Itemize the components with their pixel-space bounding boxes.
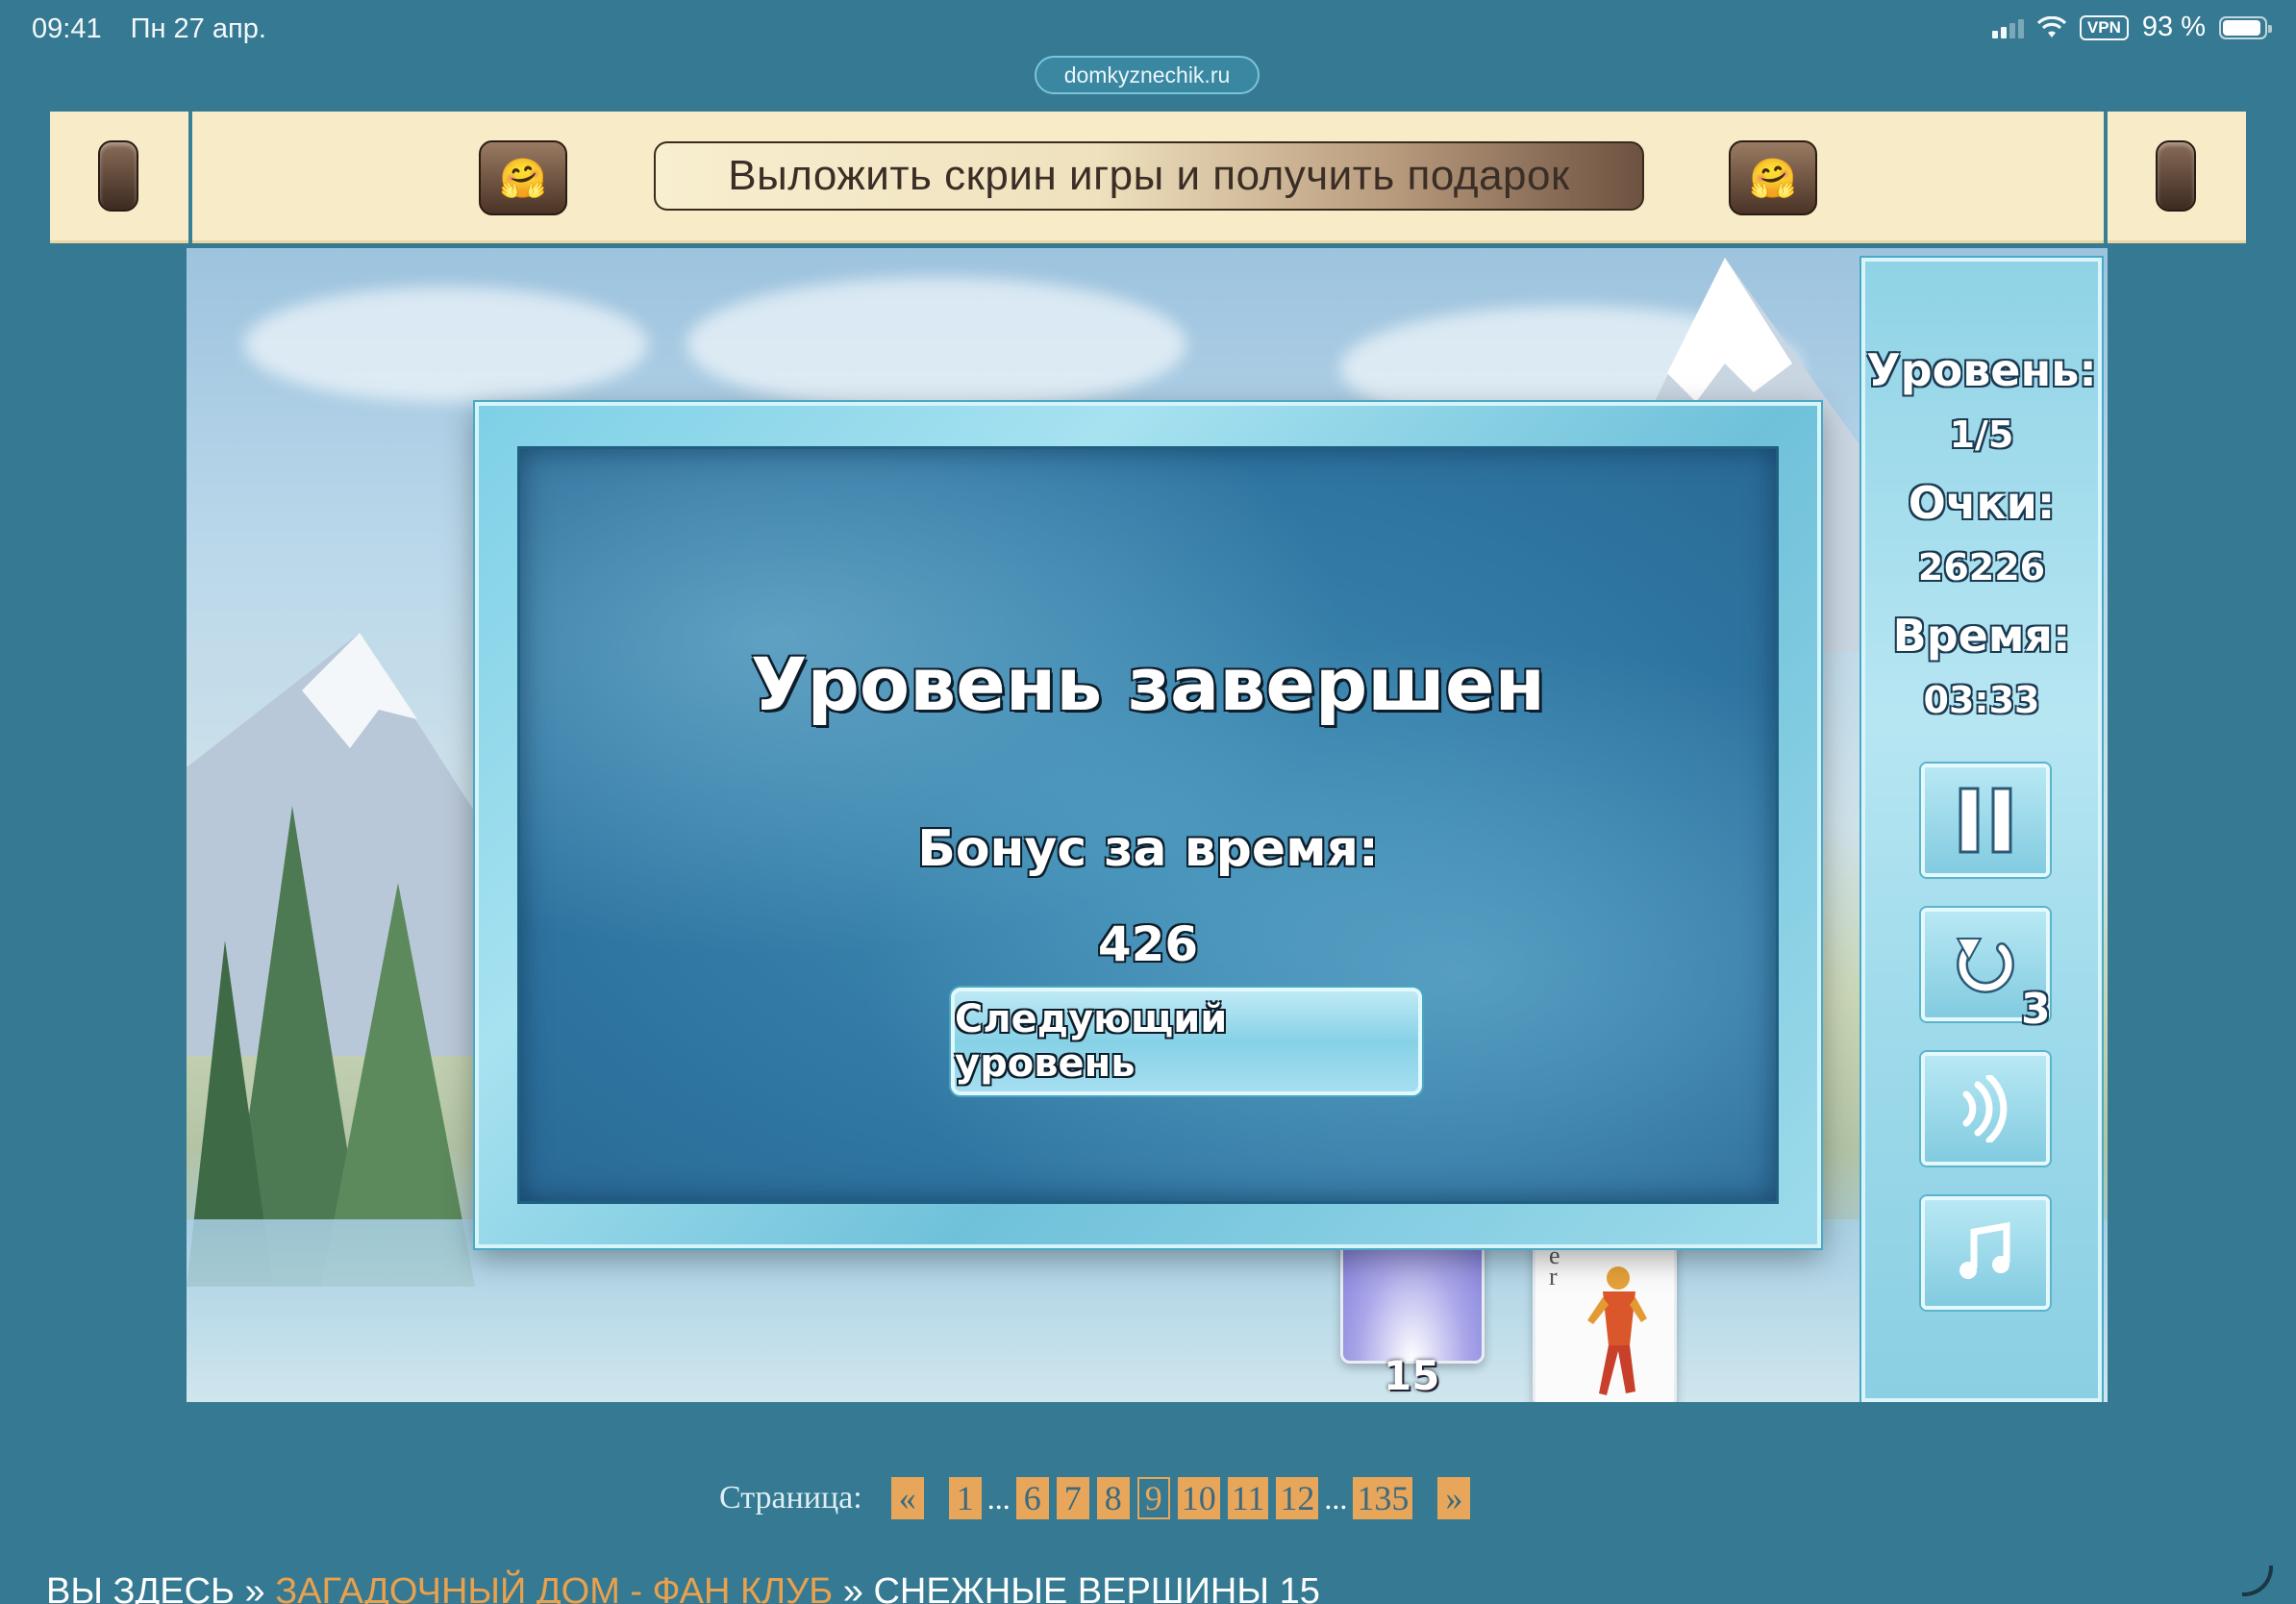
deck-count: 15 bbox=[1384, 1352, 1440, 1399]
gift-screenshot-button[interactable]: Выложить скрин игры и получить подарок bbox=[654, 141, 1644, 211]
level-complete-dialog: Уровень завершен Бонус за время: 426 Сле… bbox=[475, 402, 1821, 1248]
url-bar[interactable]: domkyznechik.ru bbox=[1035, 56, 1260, 94]
hugging-face-icon[interactable]: 🤗 bbox=[479, 140, 567, 215]
next-level-button[interactable]: Следующий уровень bbox=[951, 988, 1422, 1095]
banner-right-knob[interactable] bbox=[2156, 140, 2196, 212]
breadcrumb-current: СНЕЖНЫЕ ВЕРШИНЫ 15 bbox=[873, 1571, 1320, 1604]
restart-count: 3 bbox=[2021, 985, 2051, 1034]
page-link-135[interactable]: 135 bbox=[1353, 1477, 1413, 1519]
battery-percent: 93 % bbox=[2141, 12, 2206, 42]
time-bonus-value: 426 bbox=[1097, 916, 1199, 972]
music-icon bbox=[1959, 1222, 2010, 1279]
time-value: 03:33 bbox=[1923, 679, 2040, 721]
music-button[interactable] bbox=[1921, 1196, 2050, 1310]
cloud bbox=[244, 287, 648, 402]
dialog-title: Уровень завершен bbox=[750, 641, 1546, 727]
time-label: Время: bbox=[1892, 610, 2071, 662]
restart-icon bbox=[1956, 938, 2014, 993]
pine-trees bbox=[187, 806, 475, 1287]
status-bar-right: VPN 93 % bbox=[1991, 12, 2272, 43]
page-link-11[interactable]: 11 bbox=[1227, 1477, 1269, 1519]
battery-icon bbox=[2219, 15, 2272, 39]
breadcrumb-link-club[interactable]: ЗАГАДОЧНЫЙ ДОМ - ФАН КЛУБ bbox=[275, 1571, 833, 1604]
status-bar-left: 09:41 Пн 27 апр. bbox=[32, 13, 287, 45]
status-date: Пн 27 апр. bbox=[130, 13, 266, 44]
banner-divider-right bbox=[2104, 112, 2108, 243]
score-label: Очки: bbox=[1908, 477, 2056, 529]
breadcrumb-prefix: ВЫ ЗДЕСЬ bbox=[46, 1571, 235, 1604]
loading-spinner-icon bbox=[2242, 1566, 2273, 1596]
page-link-1[interactable]: 1 bbox=[948, 1477, 982, 1519]
score-value: 26226 bbox=[1917, 546, 2046, 589]
pagination-next[interactable]: » bbox=[1437, 1477, 1471, 1519]
promo-banner: 🤗 Выложить скрин игры и получить подарок… bbox=[50, 112, 2246, 243]
page-link-7[interactable]: 7 bbox=[1056, 1477, 1089, 1519]
pagination-label: Страница: bbox=[719, 1480, 862, 1516]
pagination-prev[interactable]: « bbox=[890, 1477, 924, 1519]
banner-divider-left bbox=[188, 112, 192, 243]
status-bar: 09:41 Пн 27 апр. VPN 93 % bbox=[0, 0, 2296, 60]
pause-icon bbox=[1959, 787, 2012, 854]
cellular-signal-icon bbox=[1991, 17, 2024, 38]
level-label: Уровень: bbox=[1866, 344, 2097, 396]
breadcrumb-separator: » bbox=[842, 1571, 863, 1604]
card-back[interactable] bbox=[1340, 1229, 1485, 1364]
joker-card[interactable]: e r bbox=[1533, 1239, 1677, 1402]
card-letter: r bbox=[1549, 1263, 1558, 1291]
pause-button[interactable] bbox=[1921, 764, 2050, 877]
pagination-ellipsis: ... bbox=[1324, 1480, 1348, 1516]
vpn-badge: VPN bbox=[2079, 14, 2129, 40]
hugging-face-icon-right[interactable]: 🤗 bbox=[1729, 140, 1817, 215]
page-link-6[interactable]: 6 bbox=[1015, 1477, 1049, 1519]
sound-icon bbox=[1962, 1075, 2008, 1142]
pagination: Страница: « 1 ... 6 7 8 9 10 11 12 ... 1… bbox=[719, 1475, 1474, 1521]
breadcrumb: ВЫ ЗДЕСЬ » ЗАГАДОЧНЫЙ ДОМ - ФАН КЛУБ » С… bbox=[46, 1571, 1320, 1604]
dialog-frost-panel: Уровень завершен Бонус за время: 426 Сле… bbox=[517, 446, 1779, 1204]
page-link-9-current[interactable]: 9 bbox=[1136, 1477, 1170, 1519]
page-link-10[interactable]: 10 bbox=[1177, 1477, 1220, 1519]
time-bonus-label: Бонус за время: bbox=[917, 820, 1379, 878]
game-side-panel: Уровень: 1/5 Очки: 26226 Время: 03:33 3 bbox=[1861, 258, 2102, 1402]
cloud bbox=[686, 277, 1186, 412]
level-value: 1/5 bbox=[1949, 414, 2014, 456]
wifi-icon bbox=[2036, 15, 2066, 38]
sound-button[interactable] bbox=[1921, 1052, 2050, 1165]
status-time: 09:41 bbox=[32, 13, 102, 44]
breadcrumb-separator: » bbox=[244, 1571, 265, 1604]
page-link-12[interactable]: 12 bbox=[1276, 1477, 1319, 1519]
jester-icon bbox=[1587, 1266, 1647, 1395]
page-link-8[interactable]: 8 bbox=[1096, 1477, 1130, 1519]
pagination-ellipsis: ... bbox=[986, 1480, 1011, 1516]
banner-left-knob[interactable] bbox=[98, 140, 138, 212]
game-canvas[interactable]: e r 15 Уровень завершен Бонус за время: … bbox=[187, 248, 2108, 1402]
